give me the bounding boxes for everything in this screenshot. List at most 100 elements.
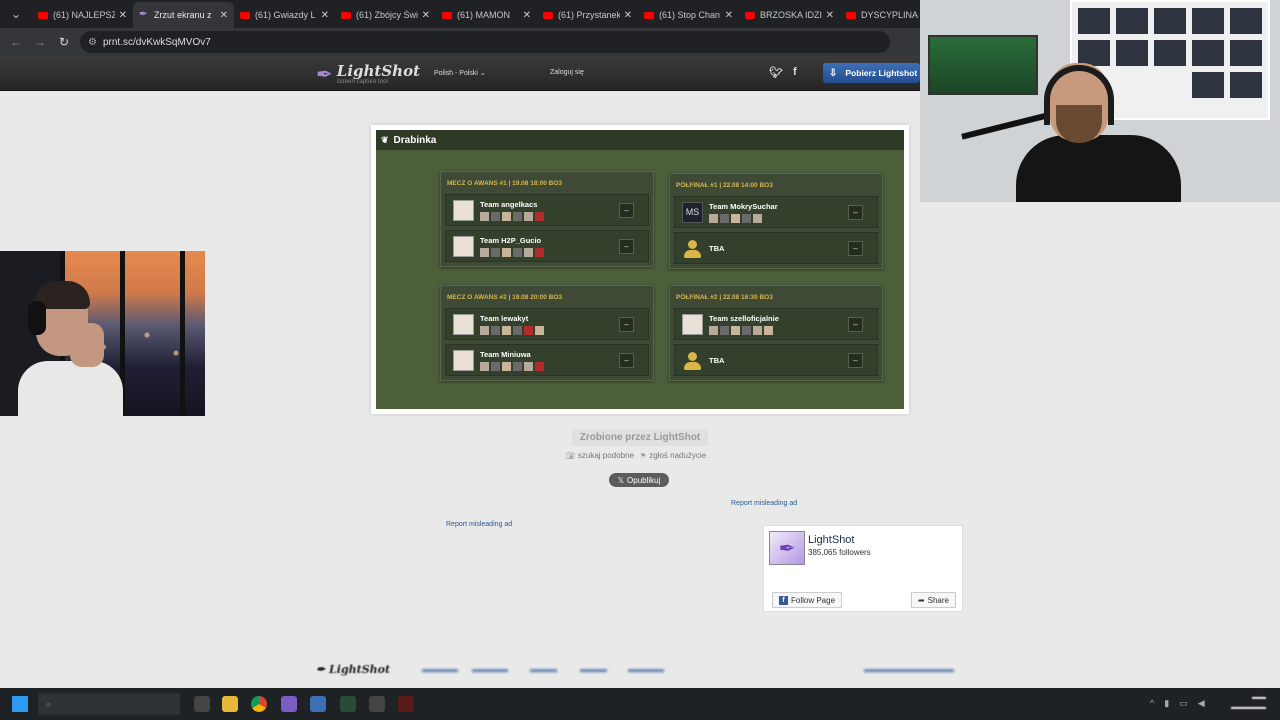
browser-tab[interactable]: (61) Gwiazdy L ✕ bbox=[234, 2, 335, 28]
close-tab-icon[interactable]: ✕ bbox=[220, 10, 228, 21]
footer-logo[interactable]: ✒ LightShot bbox=[316, 663, 390, 676]
screenshot-image[interactable]: ❦ Drabinka MECZ O AWANS #1 | 19.08 18:00… bbox=[371, 125, 909, 414]
team-avatar bbox=[682, 313, 703, 335]
steam-icon[interactable] bbox=[310, 696, 326, 712]
match-header: MECZ O AWANS #1 | 19.08 18:00 BO3 bbox=[447, 179, 563, 187]
task-view-icon[interactable] bbox=[194, 696, 210, 712]
team-row: Team Miniuwa – bbox=[445, 344, 649, 376]
browser-tab[interactable]: (61) Przystanek ✕ bbox=[537, 2, 638, 28]
start-icon[interactable] bbox=[12, 696, 28, 712]
facebook-icon[interactable]: f bbox=[793, 66, 797, 79]
quill-icon: ✒ bbox=[316, 64, 333, 86]
tab-search-icon[interactable]: ⌄ bbox=[4, 2, 28, 26]
footer-link-2[interactable]: ▬▬▬▬ bbox=[472, 664, 508, 674]
close-tab-icon[interactable]: ✕ bbox=[422, 10, 430, 21]
close-tab-icon[interactable]: ✕ bbox=[119, 10, 127, 21]
player-avatar bbox=[753, 213, 762, 223]
youtube-icon bbox=[644, 11, 654, 19]
footer-link-5[interactable]: ▬▬▬▬ bbox=[628, 664, 664, 674]
team-row: Team angelkacs – bbox=[445, 194, 649, 226]
back-icon[interactable]: ← bbox=[4, 35, 28, 49]
volume-icon: ◀ bbox=[1197, 698, 1205, 708]
user-placeholder-icon bbox=[682, 238, 703, 259]
report-abuse-label: zgłoś nadużycie bbox=[649, 451, 707, 460]
page-footer: ✒ LightShot ▬▬▬▬ ▬▬▬▬ ▬▬▬ ▬▬▬ ▬▬▬▬ ▬▬▬▬▬… bbox=[0, 655, 1280, 685]
player-avatar bbox=[524, 325, 533, 335]
site-info-icon[interactable]: ⚙ bbox=[88, 37, 97, 48]
report-abuse-link[interactable]: ⚑ zgłoś nadużycie bbox=[640, 451, 706, 460]
player-avatar bbox=[524, 247, 533, 257]
search-similar-link[interactable]: 📷︎ szukaj podobne bbox=[566, 451, 634, 460]
close-tab-icon[interactable]: ✕ bbox=[725, 10, 733, 21]
score-box: – bbox=[848, 317, 863, 332]
tab-title: BRZOSKA IDZI bbox=[760, 10, 822, 20]
ladder-title-bar: ❦ Drabinka bbox=[376, 130, 904, 150]
footer-copyright: ▬▬▬▬▬▬▬▬▬▬ bbox=[864, 664, 954, 674]
share-icon: ➦ bbox=[917, 595, 925, 605]
app-icon[interactable] bbox=[281, 696, 297, 712]
app-icon[interactable] bbox=[369, 696, 385, 712]
report-ad-link-right[interactable]: Report misleading ad bbox=[731, 500, 797, 507]
taskbar-search[interactable]: ⌕ bbox=[38, 693, 180, 715]
taskbar-clock[interactable]: ▬▬ ▬▬▬▬▬ bbox=[1231, 693, 1266, 713]
footer-link-4[interactable]: ▬▬▬ bbox=[580, 664, 607, 674]
close-tab-icon[interactable]: ✕ bbox=[321, 10, 329, 21]
lightshot-page-avatar[interactable]: ✒ bbox=[769, 531, 805, 565]
system-tray[interactable]: ^ ▮ ▭ ◀ bbox=[1150, 698, 1205, 709]
download-icon: ⇩ bbox=[829, 67, 838, 79]
report-ad-link-left[interactable]: Report misleading ad bbox=[446, 521, 512, 528]
download-button[interactable]: ⇩ Pobierz Lightshot bbox=[823, 63, 920, 83]
browser-tab[interactable]: (61) Stop Chan ✕ bbox=[638, 2, 739, 28]
close-tab-icon[interactable]: ✕ bbox=[523, 10, 531, 21]
team-name: Team H2P_Gucio bbox=[480, 235, 542, 245]
player-avatar bbox=[480, 211, 489, 221]
browser-tab[interactable]: (61) MAMON ✕ bbox=[436, 2, 537, 28]
follow-label: Follow Page bbox=[791, 595, 836, 605]
reload-icon[interactable]: ↻ bbox=[52, 35, 76, 49]
footer-logo-name: LightShot bbox=[329, 663, 391, 676]
match-header: MECZ O AWANS #2 | 19.08 20:00 BO3 bbox=[447, 293, 563, 301]
match-card: PÓŁFINAŁ #1 | 22.08 14:00 BO3 MS Team Mokr… bbox=[669, 173, 883, 269]
language-select[interactable]: Polish - Polski ⌄ bbox=[434, 69, 486, 77]
forward-icon[interactable]: → bbox=[28, 35, 52, 49]
team-name: Team MokrySuchar bbox=[709, 201, 778, 211]
url-bar[interactable]: ⚙ prnt.sc/dvKwkSqMVOv7 bbox=[80, 31, 890, 53]
login-link[interactable]: Zaloguj się bbox=[550, 69, 584, 76]
lightshot-logo[interactable]: ✒ LightShot screen capture tool bbox=[316, 62, 420, 87]
made-by-label: Zrobione przez LightShot bbox=[572, 429, 708, 446]
player-avatar bbox=[491, 325, 500, 335]
share-button[interactable]: ➦ Share bbox=[910, 592, 956, 608]
player-avatar bbox=[753, 325, 762, 335]
app-icon[interactable] bbox=[340, 696, 356, 712]
tab-title: Zrzut ekranu z bbox=[154, 10, 212, 20]
close-tab-icon[interactable]: ✕ bbox=[624, 10, 632, 21]
footer-link-3[interactable]: ▬▬▬ bbox=[530, 664, 557, 674]
browser-tab[interactable]: BRZOSKA IDZI ✕ bbox=[739, 2, 840, 28]
team-row: Team H2P_Gucio – bbox=[445, 230, 649, 262]
tweet-button[interactable]: 𝕏 Opublikuj bbox=[609, 473, 669, 487]
download-label: Pobierz Lightshot bbox=[845, 68, 918, 78]
chevron-up-icon: ^ bbox=[1150, 698, 1155, 708]
player-avatar bbox=[535, 247, 544, 257]
player-avatar bbox=[524, 211, 533, 221]
file-explorer-icon[interactable] bbox=[222, 696, 238, 712]
browser-tab[interactable]: (61) NAJLEPSZ ✕ bbox=[32, 2, 133, 28]
player-avatar bbox=[480, 325, 489, 335]
team-info: Team lewakyt bbox=[480, 314, 544, 335]
player-avatar bbox=[480, 361, 489, 371]
fb-page-name[interactable]: LightShot bbox=[808, 534, 854, 546]
close-tab-icon[interactable]: ✕ bbox=[826, 10, 834, 21]
team-name: TBA bbox=[709, 355, 725, 365]
webcam-overlay-left bbox=[0, 251, 205, 416]
follow-page-button[interactable]: f Follow Page bbox=[772, 592, 843, 608]
app-icon[interactable] bbox=[398, 696, 414, 712]
twitter-icon[interactable]: 🐦︎ bbox=[769, 66, 783, 79]
search-similar-label: szukaj podobne bbox=[577, 451, 634, 460]
tab-title: (61) Stop Chan bbox=[659, 10, 721, 20]
score-box: – bbox=[848, 353, 863, 368]
chrome-icon[interactable] bbox=[251, 696, 267, 712]
browser-tab[interactable]: ✒ Zrzut ekranu z ✕ bbox=[133, 2, 234, 28]
browser-tab[interactable]: (61) Zbójcy Świ ✕ bbox=[335, 2, 436, 28]
footer-link-1[interactable]: ▬▬▬▬ bbox=[422, 664, 458, 674]
team-player-avatars bbox=[480, 211, 544, 221]
